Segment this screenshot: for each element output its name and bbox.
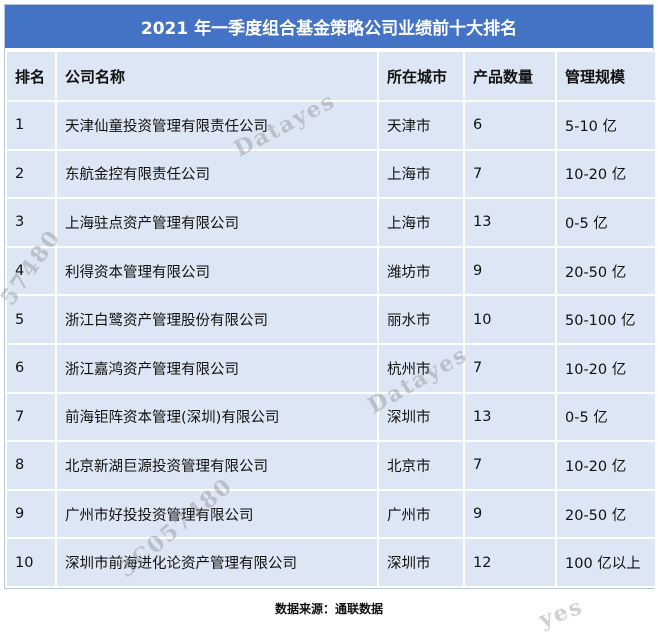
ranking-table: 排名 公司名称 所在城市 产品数量 管理规模 1 天津仙童投资管理有限责任公司 … — [5, 50, 657, 588]
cell-management-scale: 20-50 亿 — [555, 488, 657, 540]
cell-rank: 1 — [5, 100, 57, 151]
cell-rank: 9 — [5, 488, 57, 540]
cell-rank: 10 — [5, 537, 57, 588]
cell-management-scale: 10-20 亿 — [555, 342, 657, 394]
cell-product-count: 7 — [463, 148, 557, 200]
cell-company-name: 浙江嘉鸿资产管理有限公司 — [55, 342, 379, 394]
table-row: 5 浙江白鹭资产管理股份有限公司 丽水市 10 50-100 亿 — [5, 294, 657, 345]
header-product-count: 产品数量 — [463, 50, 557, 102]
cell-rank: 4 — [5, 245, 57, 297]
cell-company-name: 北京新湖巨源投资管理有限公司 — [55, 440, 379, 491]
table-row: 9 广州市好投投资管理有限公司 广州市 9 20-50 亿 — [5, 488, 657, 540]
cell-product-count: 13 — [463, 391, 557, 443]
cell-product-count: 13 — [463, 197, 557, 248]
header-city: 所在城市 — [377, 50, 465, 102]
cell-city: 上海市 — [377, 148, 465, 200]
cell-product-count: 12 — [463, 537, 557, 588]
cell-product-count: 7 — [463, 440, 557, 491]
cell-city: 杭州市 — [377, 342, 465, 394]
cell-rank: 3 — [5, 197, 57, 248]
header-management-scale: 管理规模 — [555, 50, 657, 102]
cell-management-scale: 0-5 亿 — [555, 391, 657, 443]
cell-product-count: 9 — [463, 488, 557, 540]
cell-city: 潍坊市 — [377, 245, 465, 297]
cell-company-name: 利得资本管理有限公司 — [55, 245, 379, 297]
table-header-row: 排名 公司名称 所在城市 产品数量 管理规模 — [5, 50, 657, 102]
cell-management-scale: 10-20 亿 — [555, 148, 657, 200]
ranking-table-container: 2021 年一季度组合基金策略公司业绩前十大排名 排名 公司名称 所在城市 产品… — [4, 4, 657, 589]
cell-company-name: 浙江白鹭资产管理股份有限公司 — [55, 294, 379, 345]
table-row: 4 利得资本管理有限公司 潍坊市 9 20-50 亿 — [5, 245, 657, 297]
cell-city: 丽水市 — [377, 294, 465, 345]
cell-company-name: 前海钜阵资本管理(深圳)有限公司 — [55, 391, 379, 443]
cell-management-scale: 5-10 亿 — [555, 100, 657, 151]
cell-management-scale: 50-100 亿 — [555, 294, 657, 345]
cell-rank: 6 — [5, 342, 57, 394]
cell-management-scale: 0-5 亿 — [555, 197, 657, 248]
cell-company-name: 深圳市前海进化论资产管理有限公司 — [55, 537, 379, 588]
cell-city: 广州市 — [377, 488, 465, 540]
cell-city: 深圳市 — [377, 537, 465, 588]
cell-product-count: 7 — [463, 342, 557, 394]
cell-city: 天津市 — [377, 100, 465, 151]
cell-city: 深圳市 — [377, 391, 465, 443]
cell-company-name: 广州市好投投资管理有限公司 — [55, 488, 379, 540]
table-row: 1 天津仙童投资管理有限责任公司 天津市 6 5-10 亿 — [5, 100, 657, 151]
cell-city: 上海市 — [377, 197, 465, 248]
cell-product-count: 6 — [463, 100, 557, 151]
table-row: 6 浙江嘉鸿资产管理有限公司 杭州市 7 10-20 亿 — [5, 342, 657, 394]
cell-management-scale: 10-20 亿 — [555, 440, 657, 491]
cell-management-scale: 100 亿以上 — [555, 537, 657, 588]
cell-company-name: 上海驻点资产管理有限公司 — [55, 197, 379, 248]
header-company-name: 公司名称 — [55, 50, 379, 102]
cell-rank: 5 — [5, 294, 57, 345]
table-title: 2021 年一季度组合基金策略公司业绩前十大排名 — [5, 5, 653, 50]
cell-rank: 7 — [5, 391, 57, 443]
cell-product-count: 10 — [463, 294, 557, 345]
cell-product-count: 9 — [463, 245, 557, 297]
cell-company-name: 天津仙童投资管理有限责任公司 — [55, 100, 379, 151]
cell-management-scale: 20-50 亿 — [555, 245, 657, 297]
table-row: 7 前海钜阵资本管理(深圳)有限公司 深圳市 13 0-5 亿 — [5, 391, 657, 443]
table-row: 2 东航金控有限责任公司 上海市 7 10-20 亿 — [5, 148, 657, 200]
header-rank: 排名 — [5, 50, 57, 102]
table-row: 3 上海驻点资产管理有限公司 上海市 13 0-5 亿 — [5, 197, 657, 248]
cell-rank: 2 — [5, 148, 57, 200]
cell-city: 北京市 — [377, 440, 465, 491]
cell-company-name: 东航金控有限责任公司 — [55, 148, 379, 200]
table-row: 10 深圳市前海进化论资产管理有限公司 深圳市 12 100 亿以上 — [5, 537, 657, 588]
table-row: 8 北京新湖巨源投资管理有限公司 北京市 7 10-20 亿 — [5, 440, 657, 491]
cell-rank: 8 — [5, 440, 57, 491]
data-source-note: 数据来源：通联数据 — [274, 602, 383, 616]
